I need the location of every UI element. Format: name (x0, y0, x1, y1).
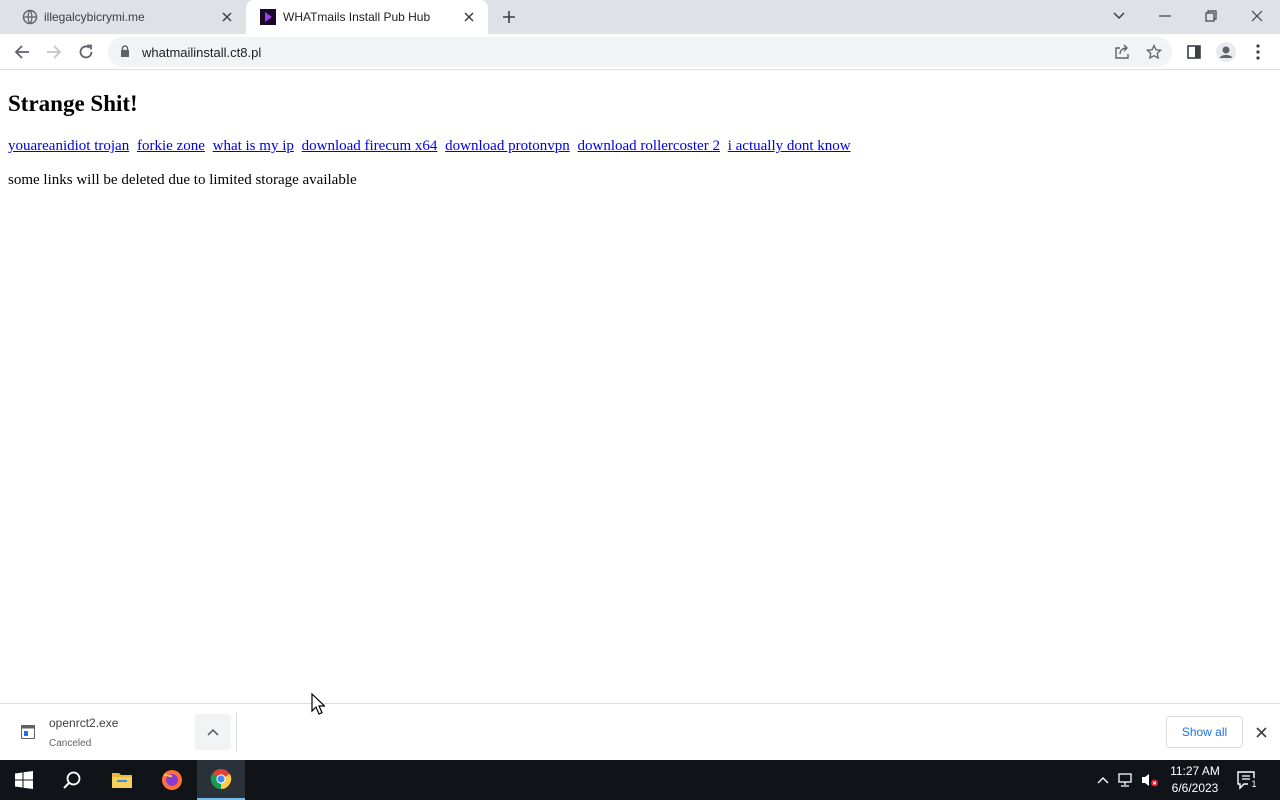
close-shelf-button[interactable] (1252, 723, 1270, 741)
shelf-divider (236, 712, 237, 752)
close-tab-icon[interactable] (218, 8, 236, 26)
file-explorer-button[interactable] (98, 760, 146, 800)
browser-toolbar: whatmailinstall.ct8.pl (0, 34, 1280, 70)
tab-whatmails[interactable]: WHATmails Install Pub Hub (246, 0, 488, 34)
new-tab-button[interactable] (496, 5, 522, 29)
restore-icon (1205, 10, 1217, 22)
firefox-button[interactable] (148, 760, 196, 800)
taskbar: 11:27 AM 6/6/2023 1 (0, 760, 1280, 800)
link-download-rollercoster[interactable]: download rollercoster 2 (578, 138, 720, 154)
notification-count: 1 (1248, 778, 1260, 790)
chevron-up-icon (1097, 777, 1109, 784)
start-button[interactable] (0, 760, 48, 800)
taskbar-clock[interactable]: 11:27 AM 6/6/2023 (1160, 763, 1230, 797)
profile-button[interactable] (1212, 38, 1240, 66)
chevron-up-icon (207, 728, 219, 736)
tab-strip: illegalcybicrymi.me WHATmails Install Pu… (0, 0, 1280, 34)
download-filename: openrct2.exe (49, 716, 119, 730)
side-panel-button[interactable] (1180, 38, 1208, 66)
volume-tray-button[interactable] (1141, 772, 1159, 788)
network-icon (1118, 773, 1132, 787)
chrome-button[interactable] (197, 760, 245, 800)
download-shelf: openrct2.exe Canceled Show all (0, 703, 1280, 760)
link-what-is-my-ip[interactable]: what is my ip (213, 138, 294, 154)
url-text: whatmailinstall.ct8.pl (142, 45, 262, 60)
chevron-down-icon (1113, 12, 1125, 20)
clock-time: 11:27 AM (1170, 764, 1220, 778)
exe-file-icon (21, 725, 35, 739)
windows-logo-icon (15, 771, 33, 789)
restore-button[interactable] (1188, 0, 1234, 32)
volume-muted-icon (1142, 774, 1158, 787)
minimize-icon (1159, 15, 1171, 17)
lock-icon (121, 45, 129, 57)
link-forkie-zone[interactable]: forkie zone (137, 138, 205, 154)
page-content: Strange Shit! youareanidiot trojan forki… (0, 71, 1280, 703)
globe-icon (22, 9, 38, 25)
tab-illegalcybicrymi[interactable]: illegalcybicrymi.me (8, 0, 246, 34)
minimize-button[interactable] (1142, 0, 1188, 32)
close-window-button[interactable] (1234, 0, 1280, 32)
tray-overflow-button[interactable] (1094, 772, 1112, 788)
chrome-icon (210, 769, 232, 790)
link-download-protonvpn[interactable]: download protonvpn (445, 138, 570, 154)
download-status: Canceled (49, 738, 92, 749)
mouse-pointer-icon (311, 693, 325, 715)
site-favicon-icon (260, 9, 276, 25)
forward-button[interactable] (40, 38, 68, 66)
firefox-icon (162, 770, 182, 790)
arrow-right-icon (47, 45, 62, 59)
clock-date: 6/6/2023 (1171, 781, 1219, 795)
bookmark-star-icon[interactable] (1145, 43, 1163, 61)
reload-icon (79, 44, 93, 59)
action-center-button[interactable]: 1 (1236, 770, 1260, 790)
side-panel-icon (1187, 45, 1201, 59)
share-icon[interactable] (1113, 43, 1131, 61)
menu-button[interactable] (1244, 38, 1272, 66)
close-tab-icon[interactable] (460, 8, 478, 26)
link-list: youareanidiot trojan forkie zone what is… (8, 138, 855, 155)
address-bar[interactable]: whatmailinstall.ct8.pl (108, 37, 1172, 67)
arrow-left-icon (14, 45, 29, 59)
show-all-button[interactable]: Show all (1166, 716, 1243, 748)
kebab-menu-icon (1256, 44, 1260, 60)
avatar-icon (1216, 42, 1236, 62)
page-title: Strange Shit! (8, 91, 138, 116)
storage-note: some links will be deleted due to limite… (8, 172, 357, 188)
reload-button[interactable] (72, 38, 100, 66)
tab-title: illegalcybicrymi.me (44, 10, 145, 24)
folder-icon (112, 773, 132, 788)
link-youareanidiot-trojan[interactable]: youareanidiot trojan (8, 138, 129, 154)
network-tray-button[interactable] (1117, 772, 1135, 788)
tab-search-button[interactable] (1096, 0, 1142, 32)
link-download-firecum[interactable]: download firecum x64 (302, 138, 438, 154)
back-button[interactable] (8, 38, 36, 66)
link-i-actually-dont-know[interactable]: i actually dont know (728, 138, 851, 154)
search-icon (63, 771, 81, 789)
tab-title: WHATmails Install Pub Hub (283, 10, 431, 24)
close-icon (1255, 726, 1267, 738)
close-icon (1251, 10, 1263, 22)
download-options-button[interactable] (195, 714, 231, 750)
search-button[interactable] (48, 760, 96, 800)
